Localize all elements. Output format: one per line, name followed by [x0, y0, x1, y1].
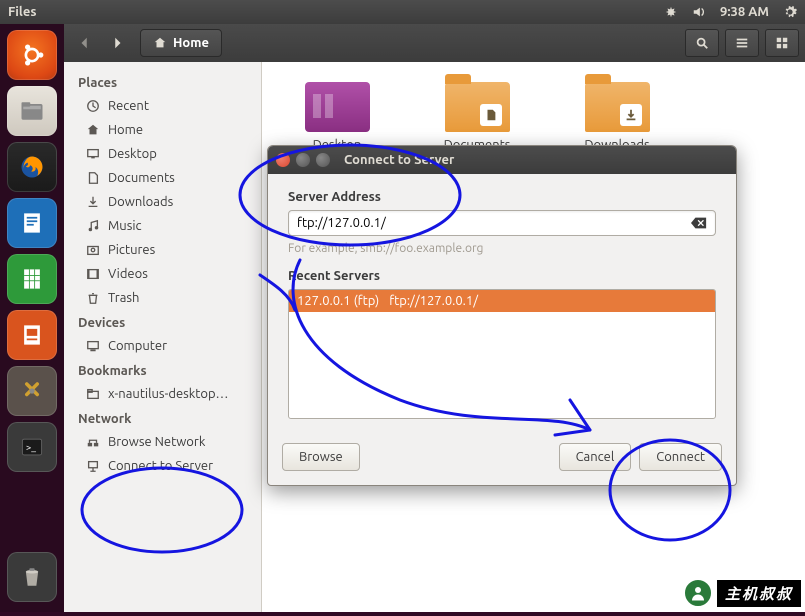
minimize-icon[interactable]	[296, 153, 310, 167]
devices-heading: Devices	[64, 310, 261, 334]
clock[interactable]: 9:38 AM	[720, 5, 769, 19]
impress-launcher-icon[interactable]	[7, 310, 57, 360]
volume-icon[interactable]	[692, 5, 706, 19]
sidebar-item-trash[interactable]: Trash	[64, 286, 261, 310]
sidebar-item-browse-network[interactable]: Browse Network	[64, 430, 261, 454]
watermark: 主机叔叔	[683, 578, 801, 608]
top-menubar: Files 9:38 AM	[0, 0, 805, 24]
close-icon[interactable]	[276, 153, 290, 167]
firefox-launcher-icon[interactable]	[7, 142, 57, 192]
address-hint: For example, smb://foo.example.org	[288, 242, 716, 255]
dialog-title: Connect to Server	[344, 153, 454, 167]
bookmarks-heading: Bookmarks	[64, 358, 261, 382]
search-button[interactable]	[685, 29, 719, 57]
sidebar-item-desktop[interactable]: Desktop	[64, 142, 261, 166]
settings-launcher-icon[interactable]	[7, 366, 57, 416]
server-address-field[interactable]	[288, 210, 716, 236]
places-sidebar: Places Recent Home Desktop Documents Dow…	[64, 62, 262, 612]
connect-button[interactable]: Connect	[639, 443, 722, 471]
sidebar-item-home[interactable]: Home	[64, 118, 261, 142]
forward-button[interactable]	[102, 29, 132, 57]
app-name: Files	[8, 5, 36, 19]
terminal-launcher-icon[interactable]: >_	[7, 422, 57, 472]
view-options-button[interactable]	[725, 29, 759, 57]
server-address-input[interactable]	[297, 216, 691, 230]
browse-button[interactable]: Browse	[282, 443, 360, 471]
server-address-label: Server Address	[288, 190, 716, 204]
location-home-button[interactable]: Home	[140, 29, 222, 57]
sidebar-item-connect-to-server[interactable]: Connect to Server	[64, 454, 261, 478]
writer-launcher-icon[interactable]	[7, 198, 57, 248]
back-button[interactable]	[70, 29, 100, 57]
recent-server-row[interactable]: 127.0.0.1 (ftp) ftp://127.0.0.1/	[289, 290, 715, 312]
gear-icon[interactable]	[783, 5, 797, 19]
dialog-titlebar[interactable]: Connect to Server	[268, 146, 736, 174]
sidebar-item-downloads[interactable]: Downloads	[64, 190, 261, 214]
folder-icon	[305, 82, 370, 132]
places-heading: Places	[64, 70, 261, 94]
sidebar-item-bookmark[interactable]: x-nautilus-desktop…	[64, 382, 261, 406]
folder-icon	[585, 82, 650, 132]
unity-launcher: >_	[0, 24, 64, 612]
location-label: Home	[173, 36, 209, 50]
watermark-text: 主机叔叔	[717, 580, 801, 607]
cancel-button[interactable]: Cancel	[559, 443, 632, 471]
sidebar-item-videos[interactable]: Videos	[64, 262, 261, 286]
sidebar-item-pictures[interactable]: Pictures	[64, 238, 261, 262]
recent-servers-label: Recent Servers	[288, 269, 716, 283]
grid-view-button[interactable]	[765, 29, 799, 57]
folder-desktop[interactable]: Desktop	[292, 82, 382, 152]
network-heading: Network	[64, 406, 261, 430]
clear-input-icon[interactable]	[691, 216, 707, 230]
recent-servers-list[interactable]: 127.0.0.1 (ftp) ftp://127.0.0.1/	[288, 289, 716, 419]
maximize-icon[interactable]	[316, 153, 330, 167]
watermark-badge-icon	[683, 578, 713, 608]
folder-icon	[445, 82, 510, 132]
connect-to-server-dialog: Connect to Server Server Address For exa…	[267, 145, 737, 486]
trash-launcher-icon[interactable]	[7, 552, 57, 602]
calc-launcher-icon[interactable]	[7, 254, 57, 304]
files-launcher-icon[interactable]	[7, 86, 57, 136]
sidebar-item-music[interactable]: Music	[64, 214, 261, 238]
sidebar-item-computer[interactable]: Computer	[64, 334, 261, 358]
network-indicator-icon[interactable]	[664, 5, 678, 19]
sidebar-item-recent[interactable]: Recent	[64, 94, 261, 118]
files-toolbar: Home	[64, 24, 805, 62]
dash-icon[interactable]	[7, 30, 57, 80]
svg-text:>_: >_	[26, 442, 36, 453]
folder-downloads[interactable]: Downloads	[572, 82, 662, 152]
sidebar-item-documents[interactable]: Documents	[64, 166, 261, 190]
folder-documents[interactable]: Documents	[432, 82, 522, 152]
